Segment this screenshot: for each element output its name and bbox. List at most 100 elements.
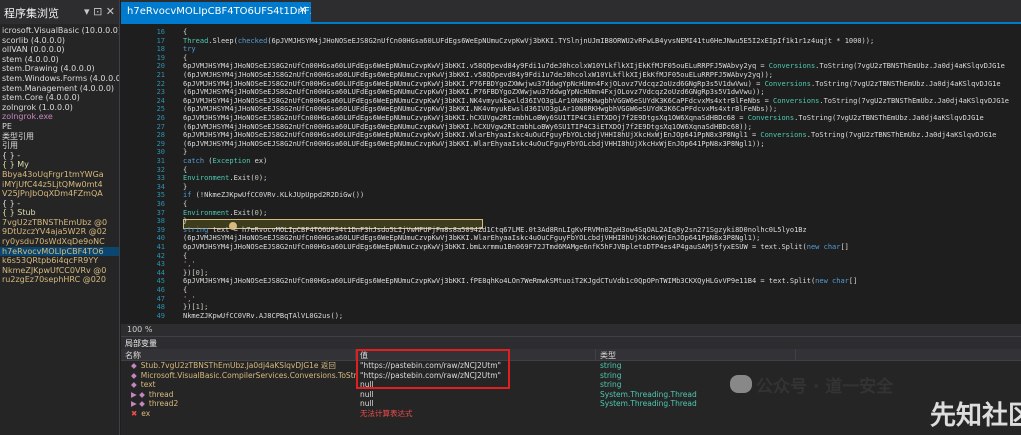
code-line[interactable]: } [183, 183, 187, 191]
tab-label: h7eRvocvMOLIpCBF4TO6UFS4t1DnF3... [127, 6, 311, 17]
tree-item[interactable]: { } My [0, 160, 119, 170]
tree-item[interactable]: 类型引用 [0, 132, 119, 142]
tree-item[interactable]: 7vgU2zTBNSThEmUbz @0 [0, 218, 119, 228]
locals-name: thread2 [148, 399, 179, 408]
code-line[interactable]: try [183, 45, 196, 53]
locals-name-cell: ▶ ◆ thread [121, 390, 356, 400]
tree-item-label: ry0ysdu70sWdXqDe9oNC [2, 237, 105, 247]
tree-item[interactable]: ru2zgEz70sephHRC @020 [0, 275, 119, 285]
tree-item[interactable]: ry0ysdu70sWdXqDe9oNC [0, 237, 119, 247]
code-line[interactable]: { [183, 166, 187, 174]
code-line[interactable]: })[0]; [183, 269, 208, 277]
code-line[interactable]: string text = h7eRvocvMOLIpCBF4TO6UFS4t1… [183, 226, 807, 234]
code-line[interactable]: ',' [183, 260, 196, 268]
tree-item[interactable]: stem.Drawing (4.0.0.0) [0, 64, 119, 74]
code-line[interactable]: (6pJVMJHSYM4jJHoNOSeEJS8G2nUfCn00HGsa60L… [183, 88, 765, 96]
locals-row[interactable]: ▶ ◆ thread2 null System.Threading.Thread [121, 399, 1021, 409]
tree-item[interactable]: { } - [0, 199, 119, 209]
code-line[interactable]: Thread.Sleep(checked(6pJVMJHSYM4jJHoNOSe… [183, 37, 874, 45]
tree-item-label: iMYjUfC44z5LjtQMw0mt4 [2, 179, 103, 189]
tree-item-label: ru2zgEz70sephHRC @020 [2, 275, 106, 285]
tree-item[interactable]: stem.Core (4.0.0.0) [0, 93, 119, 103]
tree-item[interactable]: h7eRvocvMOLIpCBF4TO6 [0, 246, 119, 257]
tree-item[interactable]: { } - [0, 151, 119, 161]
tree-item[interactable]: iMYjUfC44z5LjtQMw0mt4 [0, 180, 119, 190]
code-line[interactable]: { [183, 28, 187, 36]
code-line[interactable]: (6pJVMJHSYM4jJHoNOSeEJS8G2nUfCn00HGsa60L… [183, 71, 773, 79]
tree-item-label: h7eRvocvMOLIpCBF4TO6 [2, 246, 104, 256]
tree-item[interactable]: scorlib (4.0.0.0) [0, 36, 119, 46]
locals-row[interactable]: ✖ ex 无法计算表达式 [121, 409, 1021, 419]
line-number: 36 [156, 200, 165, 208]
tree-item[interactable]: stem.Windows.Forms (4.0.0.0) [0, 74, 119, 84]
variable-icon: ▶ ◆ [131, 389, 145, 399]
tree-item[interactable]: 9DtUzczYV4aja5W2R @02 [0, 227, 119, 237]
line-number: 41 [156, 243, 165, 251]
code-line[interactable]: (6pJVMJHSYM4jJHoNOSeEJS8G2nUfCn00HGsa60L… [183, 234, 760, 242]
code-line[interactable]: 6pJVMJHSYM4jJHoNOSeEJS8G2nUfCn00HGsa60LU… [183, 243, 849, 251]
locals-name-cell: ▶ ◆ thread2 [121, 399, 356, 409]
panel-buttons[interactable]: ▾ ⊡ ✕ [84, 5, 115, 19]
column-type[interactable]: 类型 [596, 349, 796, 360]
tree-item-label: NkmeZJKpwUfCC0VRv @0 [2, 265, 107, 275]
code-line[interactable]: 6pJVMJHSYM4jJHoNOSeEJS8G2nUfCn00HGsa60LU… [183, 277, 857, 285]
locals-name: text [140, 380, 156, 389]
zoom-level[interactable]: 100 % [127, 325, 152, 334]
tree-item[interactable]: NkmeZJKpwUfCC0VRv @0 [0, 266, 119, 276]
code-line[interactable]: 6pJVMJHSYM4jJHoNOSeEJS8G2nUfCn00HGsa60LU… [183, 80, 1001, 88]
code-line[interactable]: { [183, 54, 187, 62]
locals-type: string [600, 361, 622, 370]
code-editor[interactable]: 16 17 18 19 20 21 22 23 24 25 26 27 28 29 30 31 32 33 34 35… [121, 26, 1021, 324]
line-number: 44 [156, 268, 165, 277]
code-line[interactable]: 6pJVMJHSYM4jJHoNOSeEJS8G2nUfCn00HGsa60LU… [183, 114, 984, 122]
line-number-gutter: 16 17 18 19 20 21 22 23 24 25 26 27 28 29 30 31 32 33 34 35… [121, 26, 181, 324]
code-line[interactable]: } [183, 148, 187, 156]
tree-item-label: { } - [2, 198, 21, 208]
tree-item-label: 7vgU2zTBNSThEmUbz @0 [2, 217, 108, 227]
tree-item[interactable]: zolngrok.exe [0, 112, 119, 122]
tree-item[interactable]: ollVAN (0.0.0.0) [0, 45, 119, 55]
tree-item[interactable]: k6s53QRtpb6i4qcFR9YY [0, 256, 119, 266]
line-number: 20 [156, 62, 165, 71]
code-line[interactable]: })[1]; [183, 303, 208, 311]
code-line[interactable]: (6pJVMJHSYM4jJHoNOSeEJS8G2nUfCn00HGsa60L… [183, 123, 752, 131]
column-name[interactable]: 名称 [121, 349, 356, 360]
tree-item[interactable]: zolngrok (1.0.0.0) [0, 103, 119, 113]
tree-item[interactable]: stem.Management (4.0.0.0) [0, 84, 119, 94]
code-line[interactable]: } [183, 217, 187, 225]
code-area[interactable]: { Thread.Sleep(checked(6pJVMJHSYM4jJHoNO… [183, 26, 1021, 324]
code-line[interactable]: (6pJVMJHSYM4jJHoNOSeEJS8G2nUfCn00HGsa60L… [183, 140, 765, 148]
tree-item[interactable]: Bbya43oUqFrgr1tmYWGa [0, 170, 119, 180]
code-line[interactable]: Environment.Exit(0); [183, 209, 267, 217]
tree-item[interactable]: PE [0, 122, 119, 132]
tree-item[interactable]: icrosoft.VisualBasic (10.0.0.0) [0, 26, 119, 36]
code-line[interactable]: (6pJVMJHSYM4jJHoNOSeEJS8G2nUfCn00HGsa60L… [183, 105, 777, 113]
tree-item[interactable]: { } Stub [0, 208, 119, 218]
tree-item-label: { } My [2, 160, 29, 170]
tab-editor-file[interactable]: h7eRvocvMOLIpCBF4TO6UFS4t1DnF3... ✕ [121, 2, 311, 24]
line-number: 38 [156, 217, 165, 226]
code-line[interactable]: 6pJVMJHSYM4jJHoNOSeEJS8G2nUfCn00HGsa60LU… [183, 97, 1009, 105]
line-number: 34 [156, 182, 165, 191]
code-line[interactable]: { [183, 286, 187, 294]
tree-item-label: 9DtUzczYV4aja5W2R @02 [2, 227, 107, 237]
code-line[interactable]: 6pJVMJHSYM4jJHoNOSeEJS8G2nUfCn00HGsa60LU… [183, 62, 1005, 70]
code-line[interactable]: Environment.Exit(0); [183, 174, 267, 182]
locals-name: thread [148, 389, 174, 399]
variable-icon: ◆ [131, 380, 137, 389]
tree-item[interactable]: 引用 [0, 141, 119, 151]
close-icon[interactable]: ✕ [299, 5, 307, 16]
line-number: 19 [156, 53, 165, 62]
locals-row[interactable]: ◆ Stub.7vgU2zTBNSThEmUbz.Ja0dj4aKSlqvDJG1… [121, 361, 1021, 371]
code-line[interactable]: if (!NkmeZJKpwUfCC0VRv.KLkJUpUppd2R2DiGw… [183, 191, 364, 199]
code-line[interactable]: NkmeZJKpwUfCC0VRv.AJ8CPBqTAlVL0G2us(); [183, 312, 343, 320]
code-line[interactable]: { [183, 252, 187, 260]
code-line[interactable]: catch (Exception ex) [183, 157, 267, 165]
tree-item[interactable]: V25JPnJbOqXDm4FZmQA [0, 189, 119, 199]
code-line[interactable]: ',' [183, 295, 196, 303]
tree-item[interactable]: stem (4.0.0.0) [0, 55, 119, 65]
line-number: 21 [156, 71, 165, 79]
code-line[interactable]: 6pJVMJHSYM4jJHoNOSeEJS8G2nUfCn00HGsa60LU… [183, 131, 996, 139]
locals-value: null [360, 399, 374, 408]
code-line[interactable]: { [183, 200, 187, 208]
